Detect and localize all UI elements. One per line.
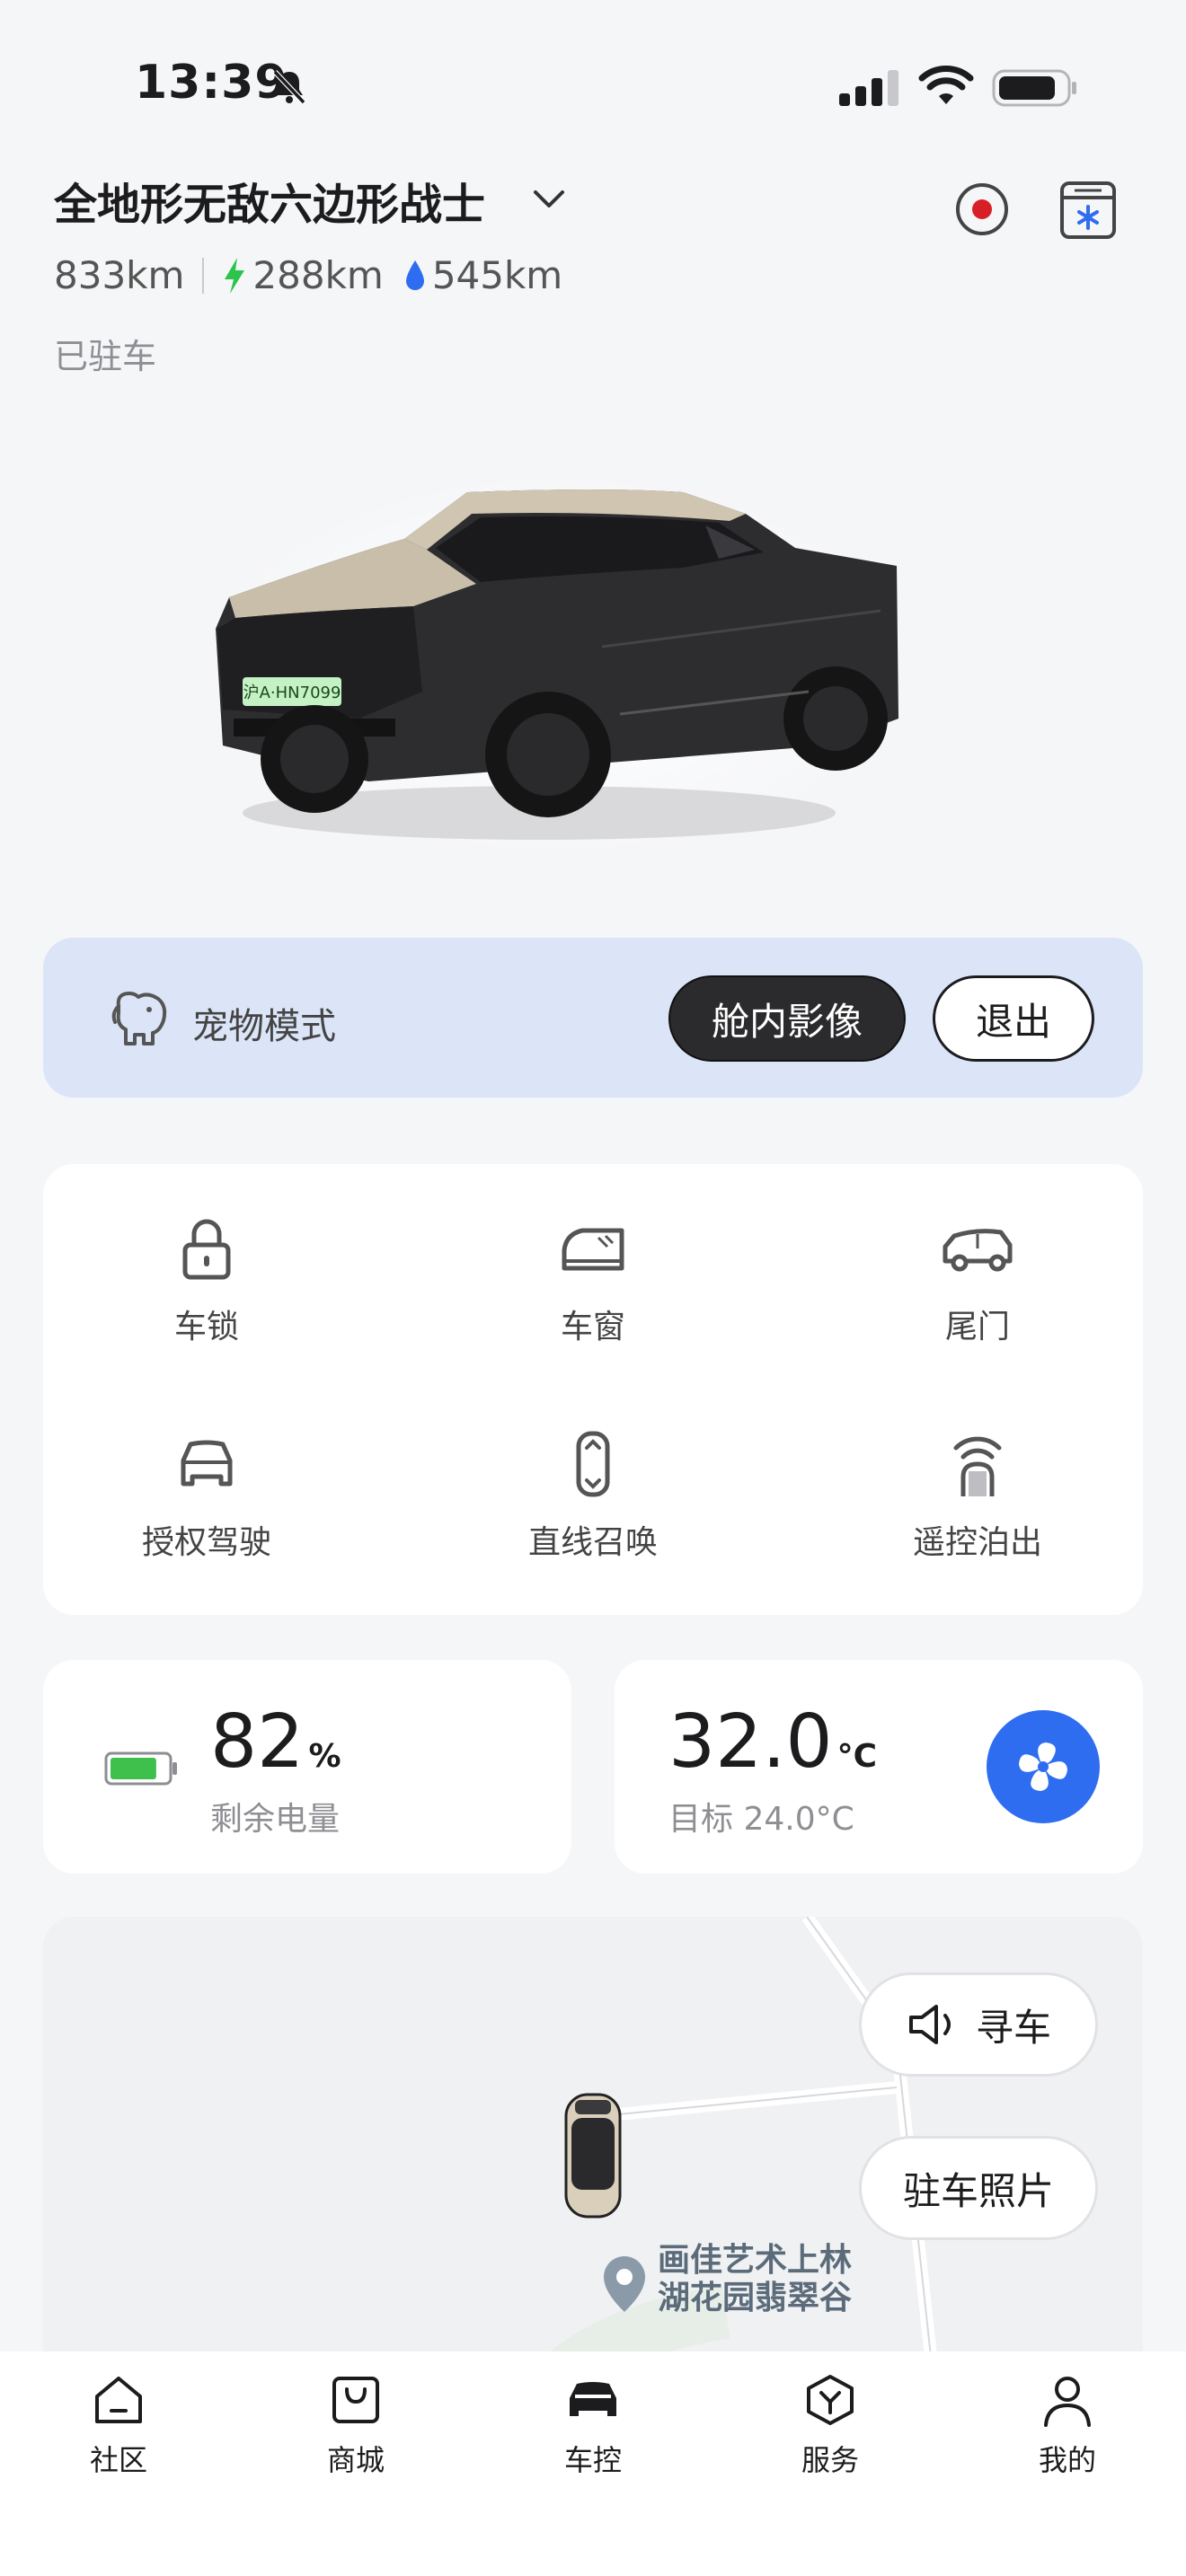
cabin-temperature: 32.0 (668, 1699, 833, 1785)
vehicle-state: 已驻车 (54, 337, 157, 376)
remote-park-icon (953, 1436, 1002, 1496)
tab-car-control[interactable]: 车控 (521, 2371, 665, 2479)
tab-shop[interactable]: 商城 (284, 2371, 428, 2479)
control-label: 授权驾驶 (141, 1524, 271, 1561)
status-time: 13:39 (135, 56, 288, 110)
target-temperature: 目标 24.0°C (668, 1801, 854, 1838)
control-label: 车锁 (173, 1309, 239, 1345)
control-authorized-drive[interactable]: 授权驾驶 (72, 1428, 341, 1563)
home-icon (95, 2377, 142, 2423)
window-icon (562, 1228, 624, 1271)
fan-icon (1019, 1742, 1067, 1791)
horn-speaker-icon (908, 2005, 951, 2044)
shop-bag-icon (332, 2377, 379, 2423)
tab-label: 我的 (1038, 2443, 1096, 2477)
exit-pet-mode-button[interactable]: 退出 (933, 975, 1094, 1062)
control-label: 车窗 (560, 1309, 625, 1345)
electric-range: 288km (252, 253, 384, 297)
lock-icon (182, 1219, 231, 1280)
control-label: 遥控泊出 (912, 1524, 1042, 1561)
control-summon[interactable]: 直线召唤 (458, 1428, 728, 1563)
silent-bell-icon (272, 69, 306, 105)
control-label: 直线召唤 (527, 1524, 658, 1561)
tab-label: 服务 (801, 2443, 859, 2477)
cabin-camera-button[interactable]: 舱内影像 (668, 975, 906, 1062)
pet-mode-label: 宠物模式 (192, 1006, 336, 1047)
authorized-drive-icon (181, 1440, 233, 1486)
control-window[interactable]: 车窗 (458, 1213, 728, 1347)
parking-photo-button[interactable]: 驻车照片 (859, 2136, 1098, 2240)
find-car-label: 寻车 (975, 2005, 1051, 2050)
battery-value-row: 82 % (210, 1699, 341, 1785)
tab-community[interactable]: 社区 (47, 2371, 190, 2479)
tab-label: 商城 (326, 2443, 385, 2477)
profile-icon (1044, 2377, 1091, 2427)
cellular-signal-icon (839, 70, 898, 106)
car-control-icon (570, 2382, 616, 2416)
range-summary: 833km 288km 545km (54, 253, 562, 297)
service-icon (807, 2375, 854, 2425)
chevron-down-icon[interactable] (530, 180, 568, 217)
dashcam-record-icon[interactable] (952, 180, 1012, 239)
phone-battery-icon (992, 69, 1076, 107)
fuel-drop-icon (405, 260, 424, 290)
tab-label: 车控 (563, 2443, 622, 2477)
find-car-button[interactable]: 寻车 (859, 1972, 1098, 2077)
vehicle-map-marker (564, 2093, 622, 2219)
battery-percentage: 82 (210, 1699, 305, 1785)
vehicle-image: 沪A·HN7099 (198, 467, 916, 862)
climate-toggle-button[interactable] (987, 1710, 1100, 1823)
tab-profile[interactable]: 我的 (996, 2371, 1139, 2479)
wifi-icon (918, 66, 974, 104)
battery-label: 剩余电量 (210, 1801, 341, 1838)
fuel-range: 545km (431, 253, 563, 297)
tab-service[interactable]: 服务 (758, 2371, 902, 2479)
control-tailgate[interactable]: 尾门 (843, 1213, 1112, 1347)
range-divider (202, 257, 205, 294)
license-plate: 沪A·HN7099 (243, 684, 341, 702)
temperature-row: 32.0 °C (668, 1699, 877, 1785)
pet-dog-icon (111, 992, 167, 1045)
total-range: 833km (54, 253, 185, 297)
control-remote-park[interactable]: 遥控泊出 (843, 1428, 1112, 1563)
vehicle-name[interactable]: 全地形无敌六边形战士 (54, 169, 485, 232)
battery-unit: % (308, 1738, 341, 1775)
vehicle-battery-icon (104, 1751, 177, 1786)
temperature-unit: °C (836, 1738, 878, 1775)
electric-bolt-icon (225, 257, 245, 294)
poi-label: 画佳艺术上林湖花园翡翠谷 (658, 2242, 853, 2316)
summon-icon (576, 1431, 610, 1497)
tailgate-icon (943, 1229, 1013, 1272)
control-lock[interactable]: 车锁 (72, 1213, 341, 1347)
location-pin-icon (604, 2256, 645, 2312)
tab-label: 社区 (89, 2443, 147, 2477)
control-label: 尾门 (944, 1309, 1010, 1345)
car-fridge-icon[interactable] (1057, 178, 1120, 243)
